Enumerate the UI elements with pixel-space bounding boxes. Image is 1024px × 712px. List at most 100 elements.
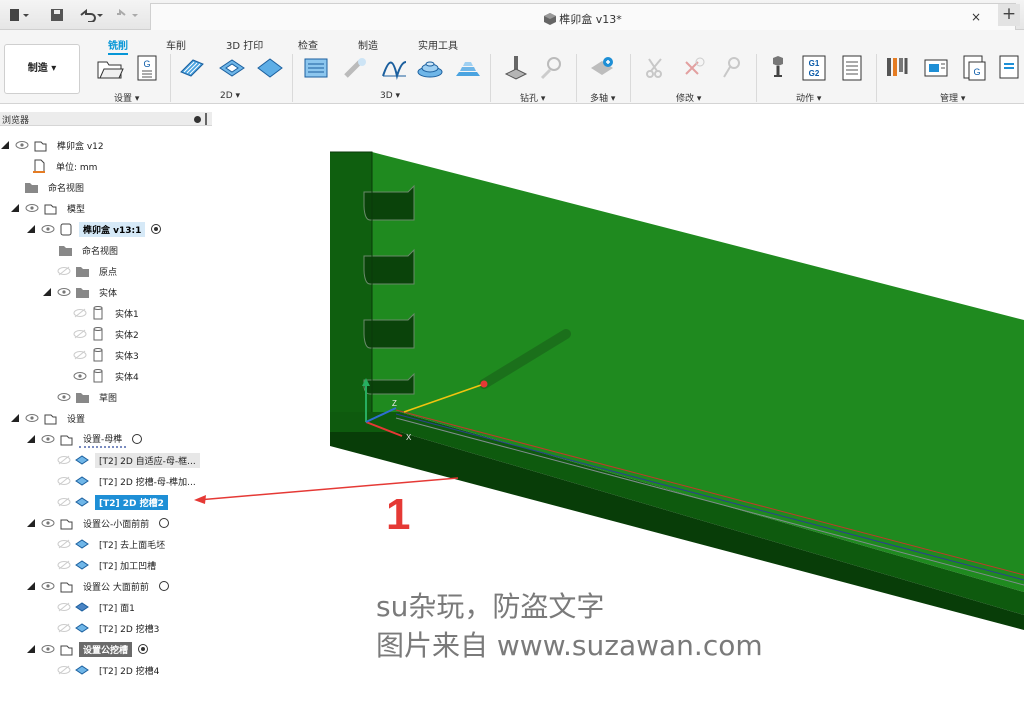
group-manage-label[interactable]: 管理 ▾ [940,91,965,104]
expand-toggle-icon[interactable] [0,140,10,150]
expand-toggle-icon[interactable] [10,203,20,213]
expand-toggle-icon[interactable] [42,245,52,255]
expand-toggle-icon[interactable] [10,413,20,423]
visibility-eye-icon[interactable] [57,287,71,297]
visibility-eye-icon[interactable] [57,392,71,402]
hole-recognition-button[interactable] [538,54,566,82]
expand-toggle-icon[interactable] [42,602,52,612]
expand-toggle-icon[interactable] [42,287,52,297]
expand-toggle-icon[interactable] [26,644,36,654]
undo-button[interactable] [78,7,106,23]
hidden-eye-icon[interactable] [57,623,71,633]
hidden-eye-icon[interactable] [57,497,71,507]
expand-toggle-icon[interactable] [26,581,36,591]
tree-body[interactable]: 实体4 [68,367,143,385]
expand-toggle-icon[interactable] [42,539,52,549]
hidden-eye-icon[interactable] [57,455,71,465]
group-2d-label[interactable]: 2D ▾ [220,91,240,101]
tab-inspect[interactable]: 检查 [298,37,318,52]
group-multi-axis-label[interactable]: 多轴 ▾ [590,91,615,104]
expand-toggle-icon[interactable] [42,455,52,465]
expand-toggle-icon[interactable] [42,476,52,486]
modify-delete-button[interactable] [680,54,708,82]
tree-models[interactable]: 模型 [10,199,89,217]
tab-manufacture[interactable]: 制造 [358,37,378,52]
workspace-switcher[interactable]: 制造 ▾ [4,44,80,94]
3d-scallop-button[interactable] [454,54,482,82]
activate-radio[interactable] [158,581,169,591]
hidden-eye-icon[interactable] [73,350,87,360]
hidden-eye-icon[interactable] [73,329,87,339]
tree-operation[interactable]: [T2] 2D 自适应-母-框... [42,451,200,469]
tool-library-button[interactable] [884,54,912,82]
hidden-eye-icon[interactable] [73,308,87,318]
tab-utilities[interactable]: 实用工具 [418,37,458,52]
visibility-eye-icon[interactable] [41,434,55,444]
tree-body[interactable]: 实体3 [68,346,143,364]
hidden-eye-icon[interactable] [57,602,71,612]
browser-options-button[interactable] [194,116,201,123]
file-menu-button[interactable] [8,7,30,23]
model-part[interactable]: Z X [330,151,1024,630]
expand-toggle-icon[interactable] [26,434,36,444]
expand-toggle-icon[interactable] [26,224,36,234]
tab-milling[interactable]: 铣削 [108,37,128,55]
post-process-button[interactable]: G1 G2 [800,54,828,82]
close-tab-button[interactable]: × [971,10,981,24]
tree-named-views[interactable]: 命名视图 [10,178,88,196]
hidden-eye-icon[interactable] [57,539,71,549]
visibility-eye-icon[interactable] [41,644,55,654]
expand-toggle-icon[interactable] [42,623,52,633]
nc-program-button[interactable]: G [134,54,162,82]
modify-pin-button[interactable] [718,54,746,82]
group-3d-label[interactable]: 3D ▾ [380,91,400,101]
tree-body[interactable]: 实体1 [68,304,143,322]
new-tab-button[interactable]: + [998,4,1020,26]
group-modify-label[interactable]: 修改 ▾ [676,91,701,104]
tree-root-document[interactable]: 榫卯盒 v12 [0,136,108,154]
3d-pocket-button[interactable] [342,54,370,82]
tree-operation[interactable]: [T2] 2D 挖槽3 [42,619,163,637]
expand-toggle-icon[interactable] [42,497,52,507]
expand-toggle-icon[interactable] [42,392,52,402]
panel-resize-handle[interactable] [205,113,207,125]
tree-operation-selected[interactable]: [T2] 2D 挖槽2 [42,493,168,511]
2d-adaptive-button[interactable] [178,54,206,82]
tree-operation[interactable]: [T2] 加工凹槽 [42,556,160,574]
expand-toggle-icon[interactable] [26,518,36,528]
document-tab[interactable]: 榫卯盒 v13* × [150,3,1016,30]
activate-radio[interactable] [138,644,149,654]
visibility-eye-icon[interactable] [41,581,55,591]
setup-sheet-button[interactable] [838,54,866,82]
simulate-button[interactable] [764,54,792,82]
tree-operation[interactable]: [T2] 2D 挖槽-母-榫加... [42,472,200,490]
tree-operation[interactable]: [T2] 面1 [42,598,139,616]
template-library-button[interactable] [996,54,1024,82]
expand-toggle-icon[interactable] [42,665,52,675]
tree-body[interactable]: 实体2 [68,325,143,343]
3d-contour-button[interactable] [416,54,444,82]
tab-turning[interactable]: 车削 [166,37,186,52]
tree-named-views[interactable]: 命名视图 [42,241,122,259]
hidden-eye-icon[interactable] [57,560,71,570]
expand-toggle-icon[interactable] [10,182,20,192]
tree-setup-active[interactable]: 设置公挖槽 [26,640,149,658]
multi-axis-button[interactable] [588,54,616,82]
machine-library-button[interactable] [922,54,950,82]
tree-units[interactable]: 单位: mm [28,157,101,175]
post-library-button[interactable]: G [960,54,988,82]
activate-radio[interactable] [151,224,162,234]
tree-operation[interactable]: [T2] 2D 挖槽4 [42,661,163,679]
activate-radio[interactable] [132,434,143,444]
group-drilling-label[interactable]: 钻孔 ▾ [520,91,545,104]
redo-button[interactable] [114,7,142,23]
visibility-eye-icon[interactable] [73,371,87,381]
tree-setup[interactable]: 设置公-小面前前 [26,514,170,532]
tree-setups[interactable]: 设置 [10,409,89,427]
save-button[interactable] [50,7,64,23]
tree-operation[interactable]: [T2] 去上面毛坯 [42,535,169,553]
tree-bodies[interactable]: 实体 [42,283,121,301]
2d-face-button[interactable] [256,54,284,82]
visibility-eye-icon[interactable] [41,224,55,234]
visibility-eye-icon[interactable] [25,203,39,213]
